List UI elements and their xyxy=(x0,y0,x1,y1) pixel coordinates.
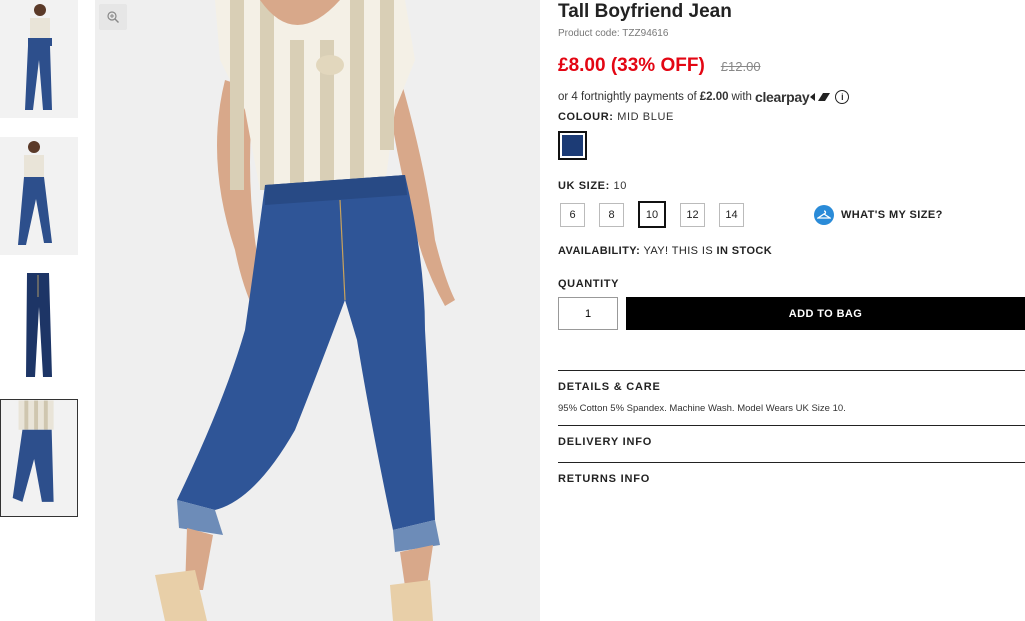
sale-price: £8.00 (33% OFF) xyxy=(558,55,705,76)
accordion-details[interactable]: DETAILS & CARE 95% Cotton 5% Spandex. Ma… xyxy=(558,370,1025,425)
installments-row: or 4 fortnightly payments of £2.00 with … xyxy=(558,89,1025,105)
thumbnail-3-image xyxy=(0,267,78,385)
quantity-row: ADD TO BAG xyxy=(558,297,1025,330)
zoom-button[interactable] xyxy=(99,4,127,30)
swatch-fill xyxy=(562,135,583,156)
thumbnail-4[interactable] xyxy=(0,399,78,517)
main-product-image[interactable] xyxy=(95,0,540,621)
original-price: £12.00 xyxy=(720,59,761,74)
installments-suffix: with xyxy=(731,91,752,103)
details-care-title[interactable]: DETAILS & CARE xyxy=(558,371,1025,393)
colour-label: COLOUR: MID BLUE xyxy=(558,111,1025,123)
size-value: 10 xyxy=(613,180,627,192)
delivery-info-title[interactable]: DELIVERY INFO xyxy=(558,426,1025,448)
thumbnail-3[interactable] xyxy=(0,267,78,385)
thumbnail-2[interactable] xyxy=(0,137,78,255)
clearpay-arrows-icon xyxy=(810,93,831,101)
product-code: Product code: TZZ94616 xyxy=(558,28,669,39)
colour-swatch-mid-blue[interactable] xyxy=(558,131,587,160)
size-option-8[interactable]: 8 xyxy=(599,202,624,227)
thumbnail-2-image xyxy=(0,137,78,255)
thumbnail-list xyxy=(0,0,80,621)
stock-status: IN STOCK xyxy=(716,245,773,257)
quantity-label: QUANTITY xyxy=(558,278,620,290)
size-options: 6 8 10 12 14 WHAT'S MY SIZE? xyxy=(558,201,1025,228)
availability-row: AVAILABILITY: YAY! THIS IS IN STOCK xyxy=(558,245,1025,257)
colour-value: MID BLUE xyxy=(617,111,674,123)
installments-prefix: or 4 fortnightly payments of xyxy=(558,91,697,103)
whats-my-size-label: WHAT'S MY SIZE? xyxy=(841,208,943,221)
thumbnail-1[interactable] xyxy=(0,0,78,118)
size-label-text: UK SIZE: xyxy=(558,180,610,192)
model-image xyxy=(95,0,540,621)
hanger-icon xyxy=(814,204,834,225)
size-label: UK SIZE: 10 xyxy=(558,180,1025,192)
size-option-10[interactable]: 10 xyxy=(638,201,666,228)
size-option-12[interactable]: 12 xyxy=(680,202,705,227)
accordion-delivery[interactable]: DELIVERY INFO xyxy=(558,425,1025,456)
add-to-bag-button[interactable]: ADD TO BAG xyxy=(626,297,1025,330)
product-title: Tall Boyfriend Jean xyxy=(558,1,732,22)
thumbnail-4-image xyxy=(1,400,77,516)
size-option-6[interactable]: 6 xyxy=(560,202,585,227)
zoom-icon xyxy=(107,11,119,23)
accordion-returns[interactable]: RETURNS INFO xyxy=(558,462,1025,493)
quantity-input[interactable] xyxy=(558,297,618,330)
colour-label-text: COLOUR: xyxy=(558,111,614,123)
clearpay-logo: clearpay xyxy=(754,89,810,105)
whats-my-size-link[interactable]: WHAT'S MY SIZE? xyxy=(814,204,943,225)
info-icon[interactable]: i xyxy=(835,90,850,104)
size-option-14[interactable]: 14 xyxy=(719,202,744,227)
product-info: Tall Boyfriend Jean Product code: TZZ946… xyxy=(558,0,1025,493)
details-care-body: 95% Cotton 5% Spandex. Machine Wash. Mod… xyxy=(558,403,846,414)
price-row: £8.00 (33% OFF) £12.00 xyxy=(558,55,1025,77)
installments-amount: £2.00 xyxy=(699,91,729,103)
returns-info-title[interactable]: RETURNS INFO xyxy=(558,463,1025,485)
availability-label: AVAILABILITY: xyxy=(558,245,641,257)
thumbnail-1-image xyxy=(0,0,78,118)
availability-text: YAY! THIS IS xyxy=(643,245,714,257)
